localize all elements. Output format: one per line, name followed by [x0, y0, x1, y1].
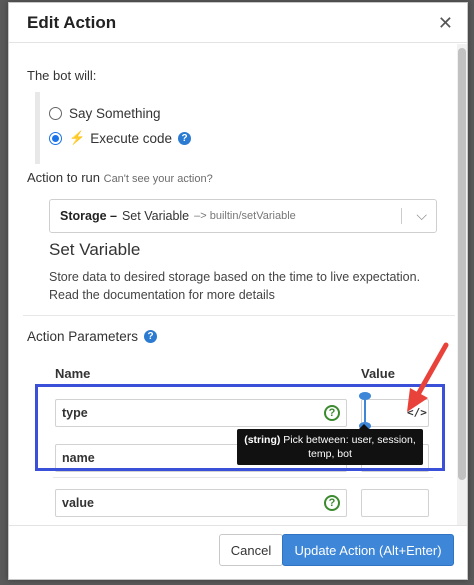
help-icon[interactable]: ?	[178, 131, 191, 145]
action-parameters-heading: Action Parameters ?	[27, 329, 158, 344]
action-select[interactable]: Storage – Set Variable –> builtin/setVar…	[49, 199, 437, 233]
bot-will-label: The bot will:	[27, 68, 97, 83]
scrollbar-thumb[interactable]	[458, 48, 466, 480]
param-name-value: value ?	[55, 489, 347, 517]
radio-circle-selected[interactable]	[49, 131, 62, 145]
close-icon[interactable]: ✕	[438, 14, 453, 32]
radio-say-something[interactable]: Say Something	[49, 106, 161, 121]
radio-label: Execute code	[90, 130, 172, 146]
tooltip-text: Pick between: user, session, temp, bot	[283, 434, 416, 460]
row-divider	[53, 477, 433, 478]
dialog-footer: Cancel Update Action (Alt+Enter)	[9, 525, 467, 579]
param-name-text: value	[62, 496, 94, 510]
radio-circle[interactable]	[49, 107, 62, 120]
action-to-run-text: Action to run	[27, 170, 100, 185]
action-to-run-label: Action to run Can't see your action?	[27, 170, 213, 185]
action-description: Store data to desired storage based on t…	[49, 270, 421, 302]
dialog-title: Edit Action	[27, 12, 117, 32]
divider	[23, 315, 455, 316]
radio-label: Say Something	[69, 106, 161, 121]
help-circle-icon[interactable]: ?	[324, 495, 340, 511]
select-action-path: –> builtin/setVariable	[194, 210, 296, 222]
lightning-icon: ⚡	[69, 130, 86, 145]
tooltip-type: (string)	[244, 434, 281, 446]
param-value-value-input[interactable]	[361, 489, 429, 517]
action-title: Set Variable	[49, 240, 141, 259]
radio-execute-code[interactable]: ⚡ Execute code ?	[49, 130, 191, 146]
edit-action-dialog: Edit Action ✕ The bot will: Say Somethin…	[8, 2, 468, 580]
param-tooltip: (string) Pick between: user, session, te…	[237, 424, 423, 465]
column-header-value: Value	[361, 366, 395, 381]
cancel-button[interactable]: Cancel	[219, 534, 283, 566]
column-header-name: Name	[55, 366, 91, 381]
select-action-name: Set Variable	[121, 209, 190, 223]
select-separator	[401, 208, 402, 224]
dialog-body: The bot will: Say Something ⚡ Execute co…	[9, 44, 457, 525]
help-icon[interactable]: ?	[144, 330, 158, 343]
select-category: Storage –	[60, 209, 117, 223]
cant-see-action-link[interactable]: Can't see your action?	[104, 173, 213, 185]
action-parameters-label: Action Parameters	[27, 329, 139, 344]
dialog-header: Edit Action ✕	[9, 3, 467, 43]
scrollbar[interactable]	[457, 44, 467, 525]
options-indent-bar	[35, 92, 40, 164]
update-action-button[interactable]: Update Action (Alt+Enter)	[282, 534, 454, 566]
chevron-down-icon[interactable]: ⌵	[416, 207, 427, 224]
